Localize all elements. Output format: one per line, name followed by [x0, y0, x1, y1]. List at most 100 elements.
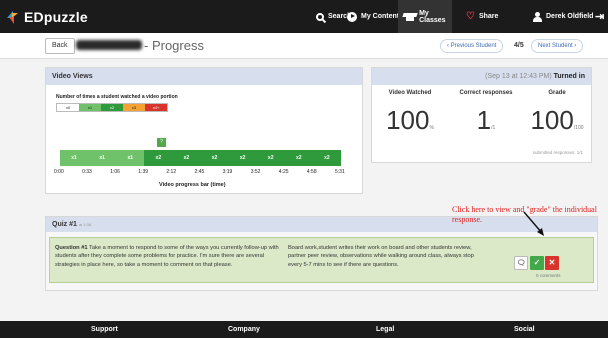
video-watched-label: Video Watched — [388, 90, 432, 96]
back-button[interactable]: Back — [45, 38, 75, 54]
nav-my-classes[interactable]: My Classes — [398, 0, 452, 33]
quiz-title: Quiz #1 — [52, 221, 77, 228]
grade-unit: /100 — [573, 125, 584, 131]
x-icon: ✕ — [548, 258, 556, 267]
page-title: - Progress — [144, 38, 204, 53]
student-answer: Board work,student writes their work on … — [288, 245, 474, 268]
progress-subheader: Back - Progress ‹ Previous Student 4/5 N… — [0, 33, 608, 59]
time-tick-8: 4:25 — [278, 169, 289, 175]
question-row: Question #1 Take a moment to respond to … — [49, 237, 594, 283]
submission-status: (Sep 13 at 12:43 PM) Turned in — [372, 68, 591, 85]
correct-responses-unit: /1 — [491, 125, 496, 131]
edpuzzle-logo-icon — [7, 10, 19, 24]
comment-count[interactable]: 0 comments — [536, 273, 561, 278]
view-segment-0: x1 — [60, 150, 89, 166]
video-watched-value: 100 — [386, 105, 430, 135]
legend-x2: x2 — [101, 104, 123, 111]
nav-my-classes-label: My Classes — [419, 9, 446, 24]
submission-timestamp: (Sep 13 at 12:43 PM) — [485, 73, 552, 80]
time-tick-0: 0:00 — [54, 169, 64, 175]
video-watched-value-wrap: 100% — [377, 105, 443, 143]
play-icon — [347, 11, 357, 22]
grade-value: 100 — [530, 105, 574, 135]
time-tick-7: 3:52 — [250, 169, 261, 175]
video-watched-unit: % — [429, 125, 434, 131]
mark-correct-button[interactable]: ✓ — [530, 256, 544, 270]
view-segment-3: x2 — [144, 150, 173, 166]
view-segment-2: x1 — [116, 150, 145, 166]
question-marker[interactable]: ? — [157, 138, 166, 147]
logout-icon: ⇥ — [595, 11, 605, 23]
logo[interactable]: EDpuzzle — [7, 9, 88, 25]
view-segment-9: x2 — [312, 150, 341, 166]
grade-label: Grade — [548, 90, 566, 96]
student-counter: 4/5 — [514, 42, 524, 49]
chart-legend: x0 x1 x2 x3 x4+ — [56, 103, 168, 112]
next-student-button[interactable]: Next Student › — [531, 39, 584, 53]
footer-support[interactable]: Support — [91, 326, 118, 333]
legend-x4-plus: x4+ — [145, 104, 167, 111]
time-tick-2: 1:06 — [110, 169, 120, 175]
correct-responses-value-wrap: 1/1 — [448, 105, 524, 143]
x-axis-label: Video progress bar (time) — [159, 182, 226, 188]
correct-responses-label: Correct responses — [459, 90, 513, 96]
time-tick-6: 3:19 — [222, 169, 233, 175]
view-segment-7: x2 — [256, 150, 285, 166]
time-tick-5: 2:45 — [194, 169, 205, 175]
submitted-responses: submitted responses: 1/1 — [532, 150, 583, 155]
nav-logout[interactable]: ⇥ — [595, 0, 604, 33]
legend-x0: x0 — [57, 104, 79, 111]
turned-in-status: Turned in — [553, 73, 585, 80]
footer: Support Company Legal Social — [0, 321, 608, 338]
student-name-redacted — [76, 40, 142, 50]
user-icon — [533, 11, 542, 22]
legend-x1: x1 — [79, 104, 101, 111]
view-segment-6: x2 — [228, 150, 257, 166]
time-tick-4: 2:12 — [166, 169, 177, 175]
logo-text: EDpuzzle — [24, 9, 88, 25]
video-views-title: Video Views — [46, 68, 362, 85]
view-segments-bar: x1 x1 x1 x2 x2 x2 x2 x2 x2 x2 — [60, 150, 341, 166]
top-nav-bar: EDpuzzle Search My Content My Classes ♡ … — [0, 0, 608, 33]
graduation-cap-icon — [403, 13, 415, 21]
correct-responses-value: 1 — [476, 105, 492, 135]
view-segment-5: x2 — [200, 150, 229, 166]
nav-user-menu[interactable]: Derek Oldfield — [533, 0, 593, 33]
view-segment-1: x1 — [88, 150, 117, 166]
question-text: Question #1 Take a moment to respond to … — [55, 244, 287, 269]
time-tick-9: 4:58 — [306, 169, 317, 175]
footer-company[interactable]: Company — [228, 326, 260, 333]
grade-stat: Grade 100/100 — [524, 90, 590, 143]
nav-my-content-label: My Content — [361, 13, 400, 20]
nav-share[interactable]: ♡ Share — [466, 0, 498, 33]
legend-x3: x3 — [123, 104, 145, 111]
question-body: Take a moment to respond to some of the … — [55, 245, 279, 268]
quiz-card: Quiz #1 at 1:08 Question #1 Take a momen… — [45, 216, 598, 291]
chart-title: Number of times a student watched a vide… — [56, 94, 178, 100]
time-tick-10: 5:31 — [335, 169, 345, 175]
search-icon — [316, 12, 324, 21]
view-segment-4: x2 — [172, 150, 201, 166]
footer-legal[interactable]: Legal — [376, 326, 394, 333]
comment-button[interactable]: 🗨 — [514, 256, 528, 270]
footer-social[interactable]: Social — [514, 326, 535, 333]
correct-responses-stat: Correct responses 1/1 — [448, 90, 524, 143]
grade-value-wrap: 100/100 — [524, 105, 590, 143]
view-segment-8: x2 — [284, 150, 313, 166]
comment-icon: 🗨 — [516, 260, 526, 267]
time-tick-1: 0:33 — [82, 169, 92, 175]
time-tick-3: 1:39 — [138, 169, 149, 175]
video-watched-stat: Video Watched 100% — [377, 90, 443, 143]
nav-my-content[interactable]: My Content — [347, 0, 399, 33]
annotation-arrow — [523, 211, 544, 236]
quiz-time: at 1:08 — [78, 222, 92, 227]
stats-card: (Sep 13 at 12:43 PM) Turned in Video Wat… — [371, 67, 592, 163]
nav-share-label: Share — [478, 13, 499, 20]
nav-user-label: Derek Oldfield — [546, 13, 594, 20]
heart-icon: ♡ — [466, 10, 475, 22]
check-icon: ✓ — [533, 258, 541, 267]
question-label: Question #1 — [55, 245, 88, 251]
mark-incorrect-button[interactable]: ✕ — [545, 256, 559, 270]
previous-student-button[interactable]: ‹ Previous Student — [440, 39, 504, 53]
video-views-card: Video Views Number of times a student wa… — [45, 67, 363, 194]
